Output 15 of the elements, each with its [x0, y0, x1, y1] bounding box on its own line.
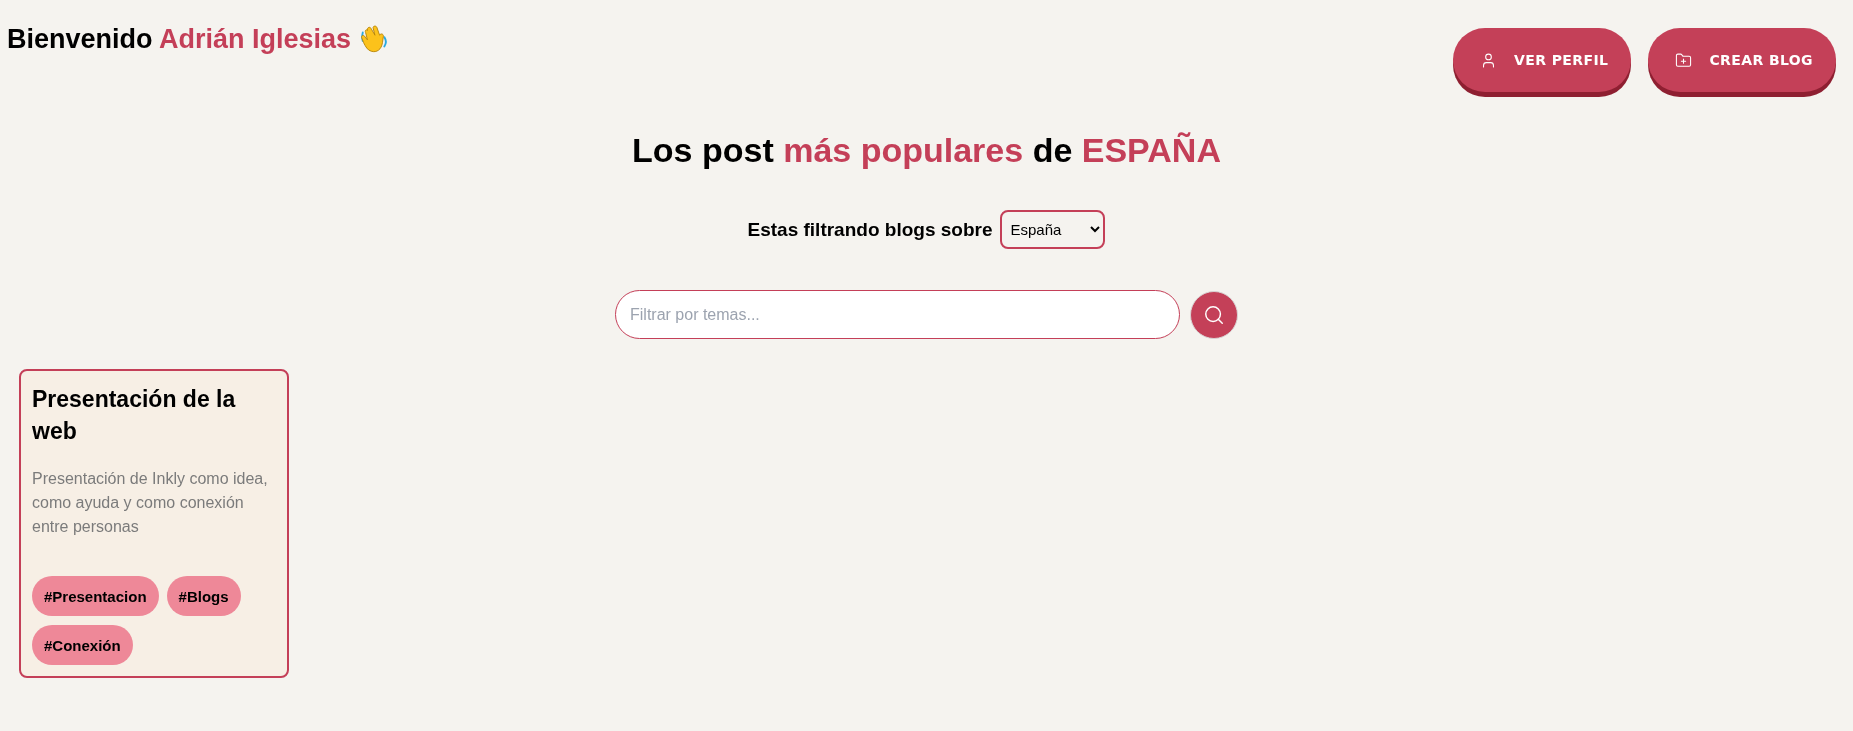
search-icon: [1203, 303, 1225, 326]
topic-search-field[interactable]: Filtrar por temas...: [615, 290, 1180, 339]
welcome-heading: Bienvenido Adrián Iglesias: [7, 23, 352, 56]
post-title: Presentación de la web: [32, 385, 237, 446]
topic-tag[interactable]: #Presentacion: [32, 576, 159, 616]
topic-tag[interactable]: #Blogs: [166, 576, 241, 616]
country-select[interactable]: España: [1000, 210, 1106, 249]
folder-plus-icon: [1675, 51, 1693, 69]
post-card[interactable]: Presentación de la web Presentación de Inkly como idea, como ayuda y como conexión entre personas #Presentacion #Blogs #Conexión: [19, 369, 289, 678]
waving-hand-icon: [359, 24, 390, 54]
page-title: Los post más populares de ESPAÑA: [632, 130, 1221, 171]
post-description: Presentación de Inkly como idea, como ayuda y como conexión entre personas: [32, 469, 269, 537]
filter-label: Estas filtrando blogs sobre: [747, 218, 993, 241]
topic-tag[interactable]: #Conexión: [32, 625, 133, 665]
search-button[interactable]: [1190, 290, 1238, 339]
